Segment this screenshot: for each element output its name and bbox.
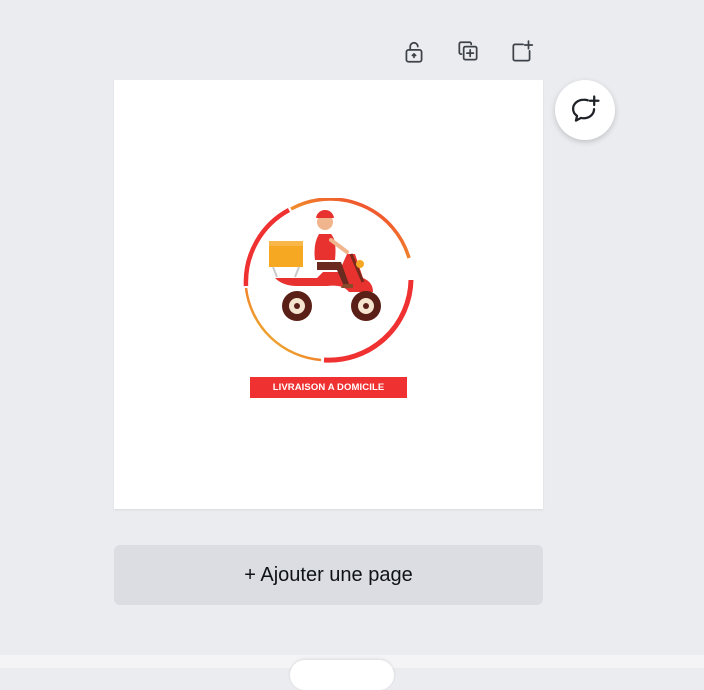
- zoom-control[interactable]: [290, 660, 394, 690]
- lock-button[interactable]: [398, 36, 430, 68]
- duplicate-page-icon: [458, 41, 478, 61]
- add-page-icon-button[interactable]: [506, 36, 538, 68]
- delivery-logo[interactable]: LIVRAISON A DOMICILE: [239, 198, 419, 398]
- logo-label: LIVRAISON A DOMICILE: [250, 377, 407, 398]
- design-canvas[interactable]: LIVRAISON A DOMICILE: [114, 80, 543, 509]
- add-page-button[interactable]: + Ajouter une page: [114, 545, 543, 605]
- add-comment-button[interactable]: [555, 80, 615, 140]
- unlock-icon: [405, 41, 423, 63]
- add-comment-icon: [571, 95, 600, 122]
- duplicate-page-button[interactable]: [452, 36, 484, 68]
- add-page-icon: [512, 40, 534, 62]
- page-toolbar: [398, 36, 538, 68]
- scooter-delivery-illustration: [243, 198, 414, 363]
